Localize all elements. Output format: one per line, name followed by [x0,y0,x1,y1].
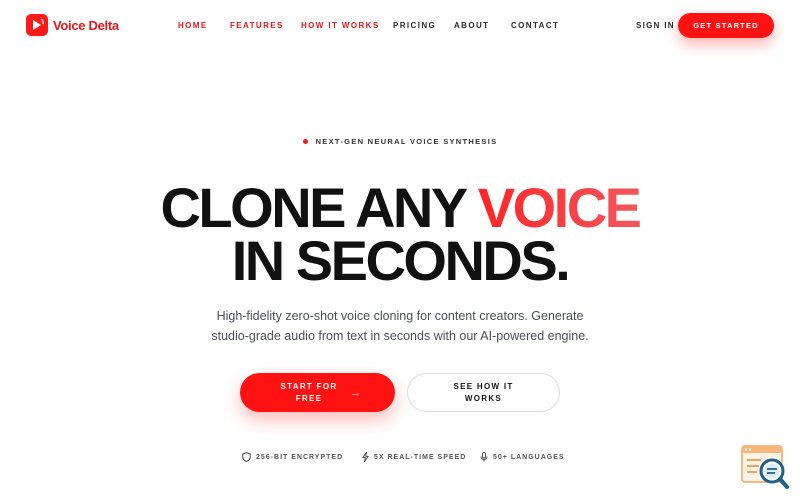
brand-logo[interactable]: Voice Delta [26,14,119,36]
headline-line-2: IN SECONDS. [231,229,571,292]
headline-line-1: CLONE ANY VOICE [0,180,800,236]
shield-icon [242,452,251,462]
nav-pricing[interactable]: PRICING [393,21,436,30]
nav-how-it-works[interactable]: HOW IT WORKS [301,21,380,30]
lightning-icon [362,452,369,462]
feature-encrypted-label: 256-BIT ENCRYPTED [256,453,344,461]
search-widget-icon[interactable] [741,444,791,490]
hero-eyebrow: NEXT-GEN NEURAL VOICE SYNTHESIS [0,137,800,146]
play-icon [26,14,48,36]
feature-speed: 5X REAL-TIME SPEED [362,452,466,462]
eyebrow-text: NEXT-GEN NEURAL VOICE SYNTHESIS [315,137,498,146]
sign-in-link[interactable]: SIGN IN [636,21,675,30]
feature-speed-label: 5X REAL-TIME SPEED [374,453,467,461]
get-started-button[interactable]: GET STARTED [678,13,774,38]
see-how-it-works-label: SEE HOW IT WORKS [453,381,514,403]
arrow-right-icon: → [350,386,361,399]
nav-about[interactable]: ABOUT [454,21,489,30]
start-for-free-button[interactable]: START FOR FREE → [240,373,395,412]
feature-languages-label: 50+ LANGUAGES [493,453,565,461]
brand-name: Voice Delta [53,17,119,33]
microphone-icon [480,452,488,462]
hero-subtitle: High-fidelity zero-shot voice cloning fo… [211,309,589,343]
nav-home[interactable]: HOME [178,21,208,30]
see-how-it-works-button[interactable]: SEE HOW IT WORKS [407,373,560,412]
feature-encrypted: 256-BIT ENCRYPTED [242,452,343,462]
nav-contact[interactable]: CONTACT [511,21,559,30]
top-navbar: Voice Delta HOME FEATURES HOW IT WORKS P… [0,0,800,52]
status-dot-icon [302,139,308,144]
start-for-free-label: START FOR FREE [280,381,338,403]
feature-languages: 50+ LANGUAGES [480,452,565,462]
nav-features[interactable]: FEATURES [230,21,284,30]
